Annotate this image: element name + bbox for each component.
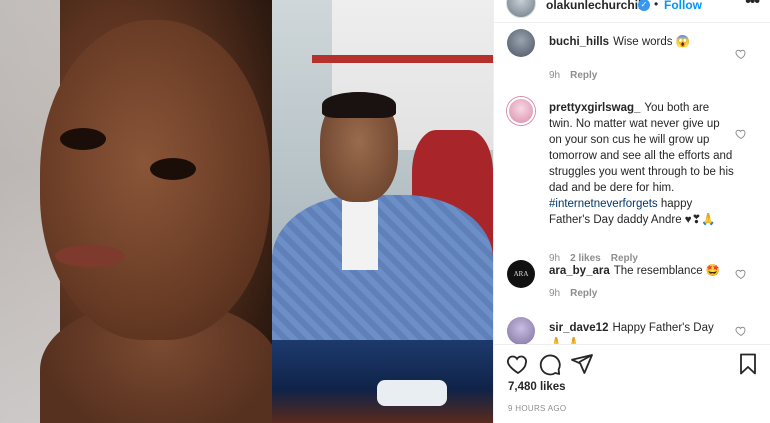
follow-button[interactable]: Follow <box>664 0 702 12</box>
post-header: olakunlechurchill ✓ • Follow ••• <box>494 0 770 22</box>
comment-text: The resemblance 🤩 <box>613 265 721 277</box>
author-avatar[interactable] <box>506 0 536 18</box>
comment-like-icon[interactable] <box>735 325 747 337</box>
comment-item: sir_dave12 Happy Father's Day🙏 🙏 <box>494 317 770 344</box>
reply-button[interactable]: Reply <box>570 288 597 299</box>
comment-meta: 9h Reply <box>549 70 607 81</box>
child-photo <box>0 0 280 423</box>
commenter-username[interactable]: ara_by_ara <box>549 265 610 277</box>
comment-like-icon[interactable] <box>735 268 747 280</box>
post-actions: 7,480 likes 9 HOURS AGO <box>494 344 770 423</box>
child-eye-right <box>150 158 196 180</box>
comment-meta: 9h Reply <box>549 288 607 299</box>
comments-list[interactable]: buchi_hills Wise words 😱 9h Reply prettyxg… <box>494 22 770 344</box>
child-eye-left <box>60 128 106 150</box>
post-image[interactable] <box>0 0 493 423</box>
child-lips <box>55 245 125 267</box>
man-hair <box>322 92 396 118</box>
comment-time: 9h <box>549 288 561 299</box>
comment-time: 9h <box>549 70 561 81</box>
author-username[interactable]: olakunlechurchill <box>546 0 645 12</box>
comment-body: ara_by_ara The resemblance 🤩 <box>549 263 729 279</box>
comment-text: You both are twin. No matter wat never g… <box>549 102 734 194</box>
likes-count[interactable]: 7,480 likes <box>508 381 566 393</box>
comment-like-icon[interactable] <box>735 128 747 140</box>
comment-hashtag[interactable]: #internetneverforgets <box>549 198 658 210</box>
verified-icon: ✓ <box>638 0 650 11</box>
more-icon[interactable]: ••• <box>745 0 760 11</box>
separator-dot: • <box>654 0 659 11</box>
commenter-avatar[interactable] <box>507 97 535 125</box>
heart-icon[interactable] <box>506 352 530 376</box>
comment-body: prettyxgirlswag_ You both are twin. No ma… <box>549 100 734 228</box>
commenter-avatar[interactable]: ARA <box>507 260 535 288</box>
white-shirt <box>342 200 378 270</box>
commenter-username[interactable]: buchi_hills <box>549 36 609 48</box>
comment-body: buchi_hills Wise words 😱 <box>549 34 729 50</box>
comment-body: sir_dave12 Happy Father's Day🙏 🙏 <box>549 320 724 344</box>
child-face <box>40 20 270 340</box>
commenter-username[interactable]: sir_dave12 <box>549 322 608 334</box>
comment-item: ARA ara_by_ara The resemblance 🤩 9h Reply <box>494 260 770 316</box>
reply-button[interactable]: Reply <box>570 70 597 81</box>
commenter-avatar[interactable] <box>507 29 535 57</box>
post-sidebar: olakunlechurchill ✓ • Follow ••• buchi_h… <box>493 0 770 423</box>
blue-suit <box>272 195 493 355</box>
comment-like-icon[interactable] <box>735 48 747 60</box>
share-icon[interactable] <box>570 352 594 376</box>
commenter-avatar[interactable] <box>507 317 535 344</box>
comment-item: buchi_hills Wise words 😱 9h Reply <box>494 29 770 89</box>
man-photo <box>272 0 493 423</box>
bookmark-icon[interactable] <box>736 352 760 376</box>
comment-item: prettyxgirlswag_ You both are twin. No ma… <box>494 97 770 264</box>
comment-text: Wise words 😱 <box>613 36 691 48</box>
red-shelf <box>312 55 493 63</box>
comment-icon[interactable] <box>538 352 562 376</box>
post-timestamp[interactable]: 9 HOURS AGO <box>508 404 566 413</box>
desk-phone <box>377 380 447 406</box>
commenter-username[interactable]: prettyxgirlswag_ <box>549 102 640 114</box>
